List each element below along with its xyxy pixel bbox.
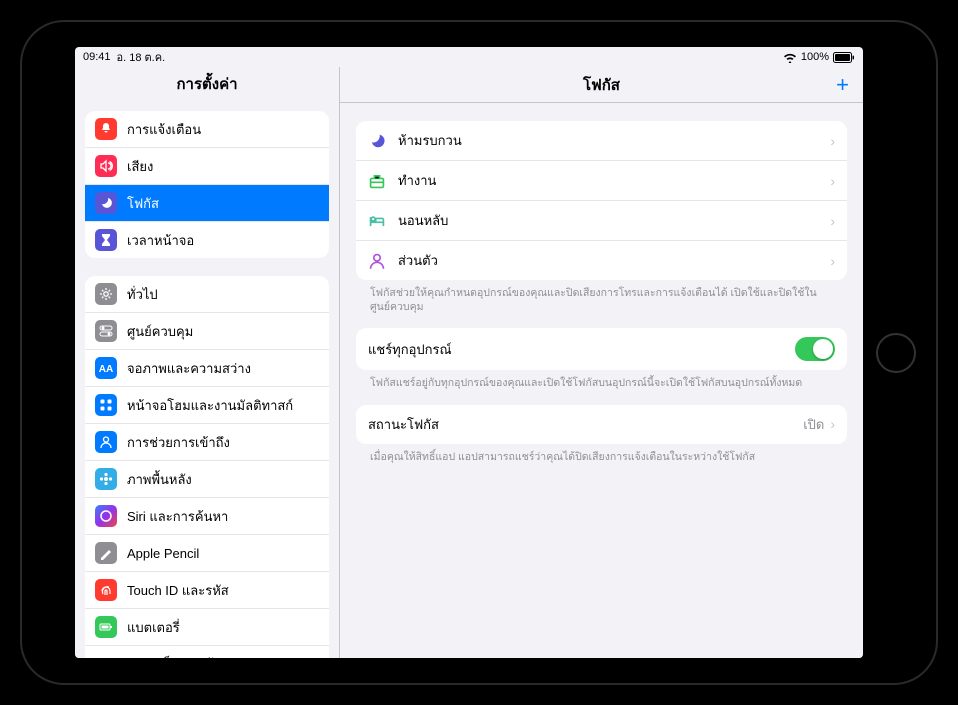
detail-header: โฟกัส + [340,67,863,103]
focus-modes-footnote: โฟกัสช่วยให้คุณกำหนดอุปกรณ์ของคุณและปิดเ… [356,280,847,328]
sidebar-item-apple-pencil[interactable]: Apple Pencil [85,535,329,572]
sidebar-item-home-screen[interactable]: หน้าจอโฮมและงานมัลติทาสก์ [85,387,329,424]
moon-icon [95,192,117,214]
sidebar-item-label: เวลาหน้าจอ [127,230,194,251]
screen: 09:41 อ. 18 ต.ค. 100% การตั้งค่า การแจ้ง… [75,47,863,658]
sidebar-item-label: เสียง [127,156,153,177]
hourglass-icon [95,229,117,251]
home-button[interactable] [876,333,916,373]
sidebar-item-label: การแจ้งเตือน [127,119,201,140]
sidebar-item-label: ศูนย์ควบคุม [127,321,193,342]
sidebar-item-sound[interactable]: เสียง [85,148,329,185]
sidebar-item-battery[interactable]: แบตเตอรี่ [85,609,329,646]
focus-mode-do-not-disturb[interactable]: ห้ามรบกวน› [356,121,847,161]
sidebar-item-accessibility[interactable]: การช่วยการเข้าถึง [85,424,329,461]
focus-mode-sleep[interactable]: นอนหลับ› [356,201,847,241]
bed-icon [368,212,386,230]
switches-icon [95,320,117,342]
briefcase-icon [368,172,386,190]
share-footnote: โฟกัสแชร์อยู่กับทุกอุปกรณ์ของคุณและเปิดใ… [356,370,847,404]
bell-icon [95,118,117,140]
sidebar-item-wallpaper[interactable]: ภาพพื้นหลัง [85,461,329,498]
person-icon [368,252,386,270]
sidebar-item-control-center[interactable]: ศูนย์ควบคุม [85,313,329,350]
moon-icon [368,132,386,150]
chevron-right-icon: › [830,213,835,229]
chevron-right-icon: › [830,133,835,149]
sidebar-item-label: ภาพพื้นหลัง [127,469,192,490]
person-icon [95,431,117,453]
status-bar: 09:41 อ. 18 ต.ค. 100% [75,47,863,67]
sidebar-item-privacy[interactable]: ความเป็นส่วนตัวและความปลอดภัย [85,646,329,658]
battery-percent: 100% [801,51,829,63]
sidebar-item-label: Siri และการค้นหา [127,506,228,527]
ipad-frame: 09:41 อ. 18 ต.ค. 100% การตั้งค่า การแจ้ง… [20,20,938,685]
focus-mode-label: ห้ามรบกวน [398,130,830,151]
focus-modes-section: ห้ามรบกวน›ทำงาน›นอนหลับ›ส่วนตัว› [356,121,847,280]
settings-sidebar: การตั้งค่า การแจ้งเตือนเสียงโฟกัสเวลาหน้… [75,67,340,658]
sidebar-title: การตั้งค่า [75,67,339,103]
status-date: อ. 18 ต.ค. [117,48,166,66]
sidebar-item-focus[interactable]: โฟกัส [85,185,329,222]
pencil-icon [95,542,117,564]
sidebar-item-label: ความเป็นส่วนตัวและความปลอดภัย [127,653,319,658]
sidebar-item-label: แบตเตอรี่ [127,617,180,638]
chevron-right-icon: › [830,253,835,269]
sidebar-item-screen-time[interactable]: เวลาหน้าจอ [85,222,329,258]
sidebar-group-1: การแจ้งเตือนเสียงโฟกัสเวลาหน้าจอ [85,111,329,258]
speaker-icon [95,155,117,177]
chevron-right-icon: › [830,173,835,189]
sidebar-item-label: หน้าจอโฮมและงานมัลติทาสก์ [127,395,293,416]
grid-icon [95,394,117,416]
sidebar-item-general[interactable]: ทั่วไป [85,276,329,313]
battery-icon [95,616,117,638]
flower-icon [95,468,117,490]
siri-icon [95,505,117,527]
focus-status-value: เปิด [803,414,824,435]
sidebar-item-label: โฟกัส [127,193,159,214]
focus-mode-label: นอนหลับ [398,210,830,231]
share-section: แชร์ทุกอุปกรณ์ [356,328,847,370]
focus-status-label: สถานะโฟกัส [368,414,803,435]
focus-mode-label: ทำงาน [398,170,830,191]
detail-pane: โฟกัส + ห้ามรบกวน›ทำงาน›นอนหลับ›ส่วนตัว›… [340,67,863,658]
sidebar-item-notifications[interactable]: การแจ้งเตือน [85,111,329,148]
status-footnote: เมื่อคุณให้สิทธิ์แอป แอปสามารถแชร์ว่าคุณ… [356,444,847,478]
fingerprint-icon [95,579,117,601]
gear-icon [95,283,117,305]
svg-text:AA: AA [99,364,113,375]
sidebar-item-siri[interactable]: Siri และการค้นหา [85,498,329,535]
share-toggle[interactable] [795,337,835,361]
status-section: สถานะโฟกัส เปิด › [356,405,847,444]
focus-status-row[interactable]: สถานะโฟกัส เปิด › [356,405,847,444]
sidebar-group-2: ทั่วไปศูนย์ควบคุม AA จอภาพและความสว่างหน้า… [85,276,329,658]
sidebar-item-display[interactable]: AA จอภาพและความสว่าง [85,350,329,387]
sidebar-item-label: Apple Pencil [127,546,199,561]
wifi-icon [783,52,797,63]
detail-title: โฟกัส [583,73,620,97]
battery-icon [833,52,855,63]
sidebar-item-label: จอภาพและความสว่าง [127,358,251,379]
share-label: แชร์ทุกอุปกรณ์ [368,339,795,360]
sidebar-item-label: การช่วยการเข้าถึง [127,432,230,453]
sidebar-item-touch-id[interactable]: Touch ID และรหัส [85,572,329,609]
share-across-devices-row[interactable]: แชร์ทุกอุปกรณ์ [356,328,847,370]
sidebar-item-label: Touch ID และรหัส [127,580,229,601]
status-time: 09:41 [83,51,111,63]
focus-mode-personal[interactable]: ส่วนตัว› [356,241,847,280]
focus-mode-work[interactable]: ทำงาน› [356,161,847,201]
sidebar-item-label: ทั่วไป [127,284,158,305]
aa-icon: AA [95,357,117,379]
add-focus-button[interactable]: + [836,74,849,96]
chevron-right-icon: › [830,416,835,432]
focus-mode-label: ส่วนตัว [398,250,830,271]
